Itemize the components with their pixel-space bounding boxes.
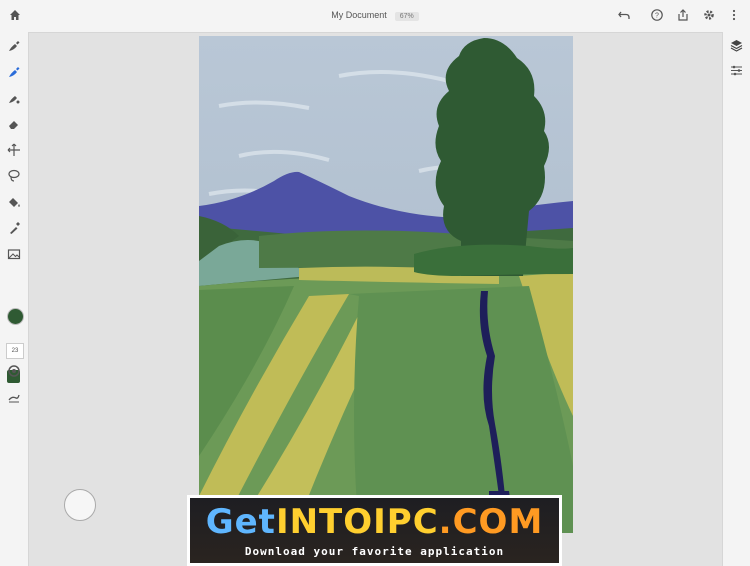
watermark-brand-part1: Get xyxy=(205,502,276,542)
watermark-brand-part2: INTO xyxy=(275,502,374,542)
document-title[interactable]: My Document xyxy=(331,10,387,20)
brush-vector-icon[interactable] xyxy=(6,90,22,106)
watermark-logo: GetINTOIPC.COM xyxy=(190,502,559,542)
undo-icon[interactable] xyxy=(617,8,631,22)
watermark-banner: GetINTOIPC.COM Download your favorite ap… xyxy=(187,495,562,566)
brush-size-field[interactable]: 23 xyxy=(6,343,24,359)
right-toolbar xyxy=(722,32,750,566)
left-toolbar: 23 xyxy=(0,32,29,566)
watermark-background: GetINTOIPC.COM Download your favorite ap… xyxy=(190,498,559,563)
document-title-area[interactable]: My Document 67% xyxy=(0,10,750,21)
image-icon[interactable] xyxy=(6,246,22,262)
touch-shortcut-button[interactable] xyxy=(64,489,96,521)
top-bar: My Document 67% ? xyxy=(0,0,750,33)
fill-icon[interactable] xyxy=(6,194,22,210)
lasso-icon[interactable] xyxy=(6,168,22,184)
properties-icon[interactable] xyxy=(729,63,744,78)
svg-text:?: ? xyxy=(655,13,659,20)
color-swatch[interactable] xyxy=(7,308,24,325)
more-icon[interactable] xyxy=(727,8,741,22)
brush-live-icon[interactable] xyxy=(6,64,22,80)
watermark-brand-part3: IPC xyxy=(373,502,439,542)
brush-settings-icon[interactable] xyxy=(6,363,22,379)
brush-picker-icon[interactable] xyxy=(6,389,22,405)
brush-pixel-icon[interactable] xyxy=(6,38,22,54)
watermark-tagline: Download your favorite application xyxy=(244,545,505,558)
layers-icon[interactable] xyxy=(729,38,744,53)
watermark-brand-part4: .COM xyxy=(438,502,544,542)
painting xyxy=(199,36,573,533)
settings-icon[interactable] xyxy=(702,8,716,22)
eyedropper-icon[interactable] xyxy=(6,220,22,236)
share-icon[interactable] xyxy=(676,8,690,22)
zoom-level[interactable]: 67% xyxy=(394,12,419,21)
move-icon[interactable] xyxy=(6,142,22,158)
help-icon[interactable]: ? xyxy=(650,8,664,22)
artwork-canvas[interactable] xyxy=(199,36,573,533)
eraser-icon[interactable] xyxy=(6,116,22,132)
